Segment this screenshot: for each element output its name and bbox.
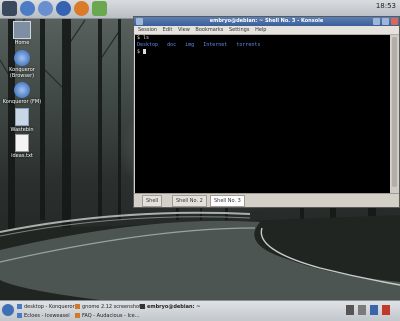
iceweasel-task-icon bbox=[17, 313, 22, 318]
desktop-icon-konqueror-fm[interactable]: Konqueror (FM) bbox=[2, 82, 42, 105]
desktop-icon-home[interactable]: Home bbox=[2, 21, 42, 46]
konqueror-launcher-icon[interactable] bbox=[38, 1, 53, 16]
menu-view[interactable]: View bbox=[178, 27, 190, 33]
konqueror-icon bbox=[14, 50, 30, 66]
browser-task-icon bbox=[75, 313, 80, 318]
desktop-icon-konqueror-browser[interactable]: Konqueror (Browser) bbox=[2, 50, 42, 79]
desktop-icon-ideas[interactable]: ideas.txt bbox=[2, 134, 42, 159]
terminal-task-icon bbox=[140, 304, 145, 309]
menu-bar: Session Edit View Bookmarks Settings Hel… bbox=[134, 26, 399, 35]
menu-bookmarks[interactable]: Bookmarks bbox=[195, 27, 223, 33]
konqueror-task-icon bbox=[17, 304, 22, 309]
clipboard-tray-icon[interactable] bbox=[370, 305, 378, 315]
browser-task-icon bbox=[75, 304, 80, 309]
terminal-line-dirs: Desktop doc img Internet torrents bbox=[137, 42, 261, 48]
terminal-scrollbar[interactable] bbox=[391, 35, 398, 193]
menu-help[interactable]: Help bbox=[255, 27, 266, 33]
close-icon[interactable] bbox=[391, 18, 398, 25]
desktop-icon-wastebin[interactable]: Wastebin bbox=[2, 108, 42, 133]
menu-settings[interactable]: Settings bbox=[229, 27, 250, 33]
terminal-launcher-icon[interactable] bbox=[2, 1, 17, 16]
trash-icon bbox=[15, 108, 29, 126]
home-folder-icon bbox=[13, 21, 31, 39]
window-title: embryo@debian: ~ Shell No. 3 - Konsole bbox=[209, 18, 324, 24]
session-tab-bar: Shell Shell No. 2 Shell No. 3 bbox=[134, 193, 399, 207]
logout-tray-icon[interactable] bbox=[382, 305, 390, 315]
task-iceweasel[interactable]: Ecloes - Iceweasel bbox=[17, 312, 70, 320]
scrollbar-thumb[interactable] bbox=[392, 37, 397, 187]
task-konsole[interactable]: embryo@debian: ~ bbox=[140, 303, 200, 311]
web-launcher-icon[interactable] bbox=[56, 1, 71, 16]
minimize-icon[interactable] bbox=[373, 18, 380, 25]
bottom-taskbar: desktop - Konqueror gnome 2.12 screensho… bbox=[0, 300, 400, 321]
network-tray-icon[interactable] bbox=[346, 305, 354, 315]
task-konqueror[interactable]: desktop - Konqueror bbox=[17, 303, 75, 311]
terminal-cursor bbox=[143, 49, 147, 54]
text-file-icon bbox=[15, 134, 29, 152]
konsole-window[interactable]: embryo@debian: ~ Shell No. 3 - Konsole S… bbox=[133, 16, 400, 208]
volume-tray-icon[interactable] bbox=[358, 305, 366, 315]
browser-launcher-icon[interactable] bbox=[20, 1, 35, 16]
firefox-launcher-icon[interactable] bbox=[74, 1, 89, 16]
menu-edit[interactable]: Edit bbox=[163, 27, 173, 33]
task-audacious[interactable]: FAQ - Audacious - Ice... bbox=[75, 312, 140, 320]
maximize-icon[interactable] bbox=[382, 18, 389, 25]
tab-shell-2[interactable]: Shell No. 2 bbox=[172, 195, 207, 207]
k-menu-icon[interactable] bbox=[2, 304, 14, 316]
tab-shell-3[interactable]: Shell No. 3 bbox=[210, 195, 245, 207]
task-gnome-screenshot[interactable]: gnome 2.12 screenshot... bbox=[75, 303, 146, 311]
tab-shell-1[interactable]: Shell bbox=[142, 195, 163, 207]
clock: 18:53 bbox=[375, 2, 396, 10]
editor-launcher-icon[interactable] bbox=[92, 1, 107, 16]
menu-session[interactable]: Session bbox=[138, 27, 157, 33]
konqueror-icon bbox=[14, 82, 30, 98]
terminal-line: $ ls bbox=[137, 35, 150, 41]
terminal-area[interactable]: $ ls Desktop doc img Internet torrents $ bbox=[135, 35, 390, 193]
window-titlebar[interactable]: embryo@debian: ~ Shell No. 3 - Konsole bbox=[134, 17, 399, 26]
terminal-prompt-line: $ bbox=[135, 49, 390, 56]
